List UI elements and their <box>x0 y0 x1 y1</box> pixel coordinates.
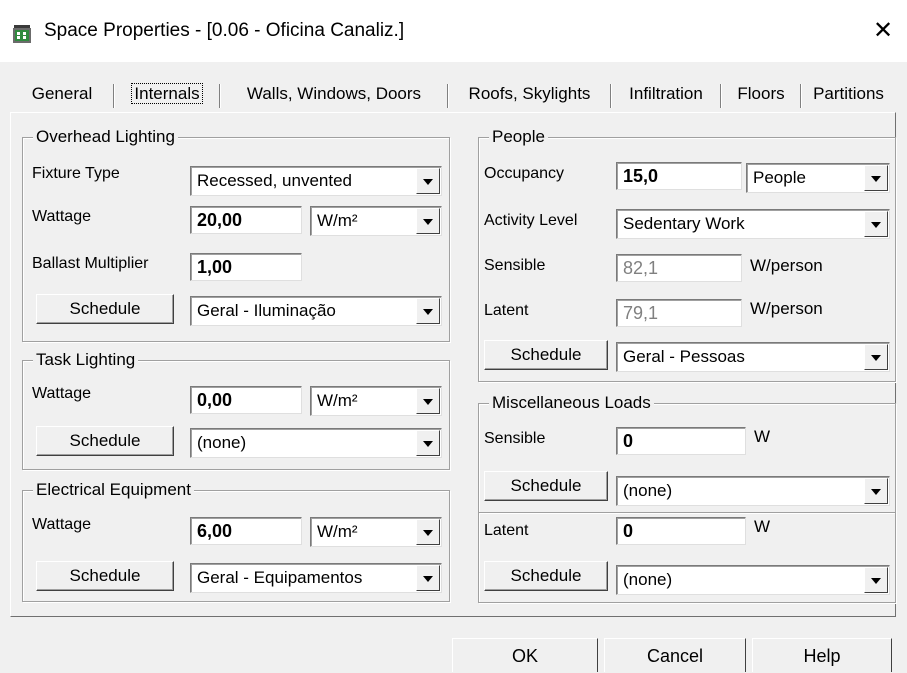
equipment-wattage-label: Wattage <box>32 516 91 533</box>
task-wattage-input[interactable]: 0,00 <box>190 386 302 414</box>
people-sensible-unit: W/person <box>750 256 823 275</box>
misc-sensible-unit: W <box>754 427 771 446</box>
ok-button[interactable]: OK <box>452 638 598 672</box>
task-schedule-button[interactable]: Schedule <box>36 426 174 456</box>
group-title: People <box>489 127 548 147</box>
chevron-down-icon[interactable] <box>416 519 440 545</box>
people-schedule-button[interactable]: Schedule <box>484 340 608 370</box>
misc-sensible-input[interactable]: 0 <box>616 427 746 455</box>
misc-sensible-schedule-button[interactable]: Schedule <box>484 471 608 501</box>
occupancy-input[interactable]: 15,0 <box>616 162 742 190</box>
title-bar: Space Properties - [0.06 - Oficina Canal… <box>0 0 907 62</box>
misc-sensible-schedule-select[interactable]: (none) <box>616 476 890 506</box>
task-wattage-unit-select[interactable]: W/m² <box>310 386 442 416</box>
overhead-wattage-unit-select[interactable]: W/m² <box>310 206 442 236</box>
task-schedule-select[interactable]: (none) <box>190 428 442 458</box>
chevron-down-icon[interactable] <box>864 478 888 504</box>
help-button[interactable]: Help <box>752 638 892 672</box>
equipment-wattage-input[interactable]: 6,00 <box>190 517 302 545</box>
misc-latent-unit: W <box>754 517 771 536</box>
misc-latent-schedule-button[interactable]: Schedule <box>484 561 608 591</box>
people-sensible-label: Sensible <box>484 257 546 274</box>
chevron-down-icon[interactable] <box>416 430 440 456</box>
group-title: Task Lighting <box>33 350 139 370</box>
cancel-button[interactable]: Cancel <box>604 638 746 672</box>
activity-level-label: Activity Level <box>484 212 578 229</box>
misc-sensible-label: Sensible <box>484 430 546 447</box>
ballast-multiplier-input[interactable]: 1,00 <box>190 253 302 281</box>
overhead-schedule-select[interactable]: Geral - Iluminação <box>190 296 442 326</box>
ballast-multiplier-label: Ballast Multiplier <box>32 255 149 272</box>
tab-partitions[interactable]: Partitions <box>801 78 896 110</box>
group-title: Electrical Equipment <box>33 480 194 500</box>
people-latent-label: Latent <box>484 302 529 319</box>
people-sensible-value: 82,1 <box>616 254 742 282</box>
chevron-down-icon[interactable] <box>416 298 440 324</box>
misc-latent-schedule-select[interactable]: (none) <box>616 565 890 595</box>
equipment-wattage-unit-select[interactable]: W/m² <box>310 517 442 547</box>
tab-internals[interactable]: Internals <box>114 78 220 110</box>
chevron-down-icon[interactable] <box>416 168 440 194</box>
occupancy-unit-select[interactable]: People <box>746 163 890 193</box>
equipment-schedule-button[interactable]: Schedule <box>36 561 174 591</box>
overhead-schedule-button[interactable]: Schedule <box>36 294 174 324</box>
overhead-wattage-label: Wattage <box>32 208 91 225</box>
chevron-down-icon[interactable] <box>416 388 440 414</box>
task-wattage-label: Wattage <box>32 385 91 402</box>
activity-level-select[interactable]: Sedentary Work <box>616 209 890 239</box>
tab-strip: General Internals Walls, Windows, Doors … <box>10 78 896 112</box>
chevron-down-icon[interactable] <box>864 165 888 191</box>
misc-latent-label: Latent <box>484 522 529 539</box>
tab-walls-windows-doors[interactable]: Walls, Windows, Doors <box>220 78 448 110</box>
close-icon[interactable]: ✕ <box>868 16 898 46</box>
chevron-down-icon[interactable] <box>416 565 440 591</box>
tab-floors[interactable]: Floors <box>721 78 801 110</box>
chevron-down-icon[interactable] <box>416 208 440 234</box>
people-latent-value: 79,1 <box>616 299 742 327</box>
chevron-down-icon[interactable] <box>864 211 888 237</box>
people-schedule-select[interactable]: Geral - Pessoas <box>616 342 890 372</box>
tab-infiltration[interactable]: Infiltration <box>611 78 721 110</box>
misc-latent-input[interactable]: 0 <box>616 517 746 545</box>
tab-general[interactable]: General <box>10 78 114 110</box>
equipment-schedule-select[interactable]: Geral - Equipamentos <box>190 563 442 593</box>
chevron-down-icon[interactable] <box>864 344 888 370</box>
fixture-type-label: Fixture Type <box>32 165 120 182</box>
group-title: Miscellaneous Loads <box>489 393 654 413</box>
chevron-down-icon[interactable] <box>864 567 888 593</box>
tab-roofs-skylights[interactable]: Roofs, Skylights <box>448 78 611 110</box>
people-latent-unit: W/person <box>750 299 823 318</box>
fixture-type-select[interactable]: Recessed, unvented <box>190 166 442 196</box>
window-title: Space Properties - [0.06 - Oficina Canal… <box>44 20 405 41</box>
occupancy-label: Occupancy <box>484 165 565 182</box>
building-icon <box>13 25 31 43</box>
overhead-wattage-input[interactable]: 20,00 <box>190 206 302 234</box>
divider <box>479 512 895 513</box>
group-title: Overhead Lighting <box>33 127 178 147</box>
